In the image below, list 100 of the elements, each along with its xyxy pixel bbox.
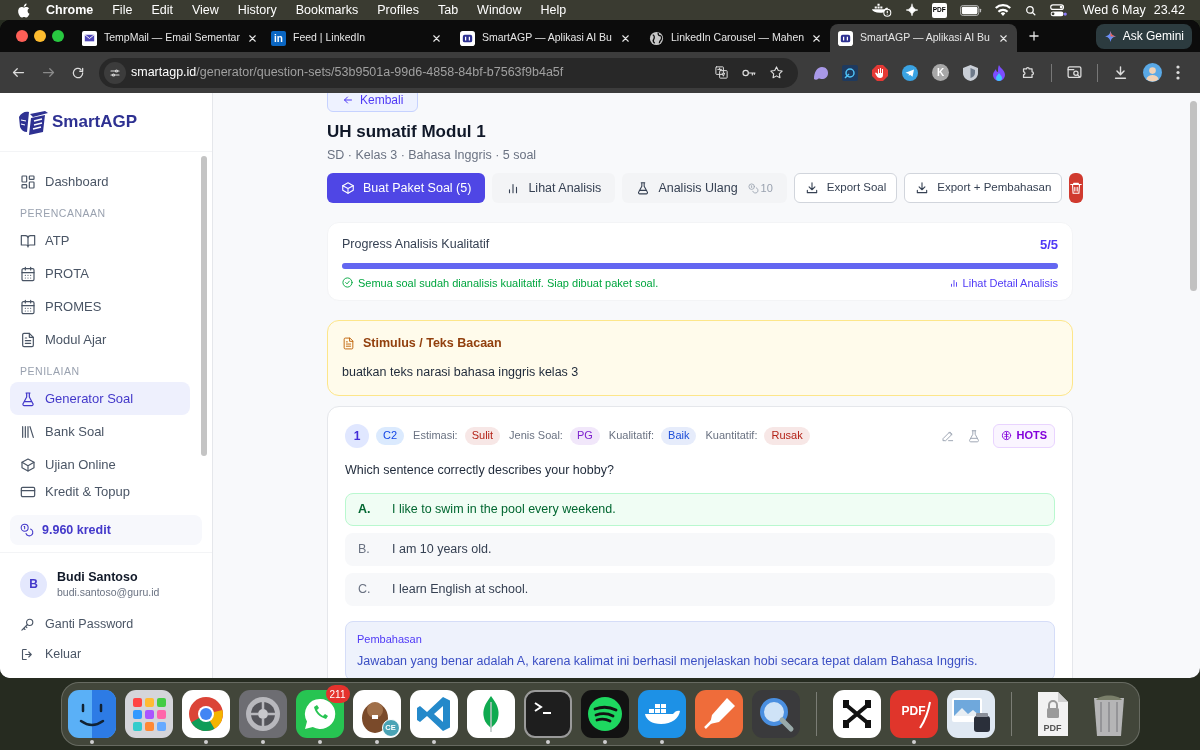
shield-icon (963, 64, 978, 81)
tag: Rusak (764, 426, 810, 445)
nav-item[interactable]: PROTA (10, 257, 190, 290)
profile-avatar (1143, 63, 1162, 82)
flask-icon (967, 428, 982, 443)
back-button[interactable]: Kembali (327, 93, 419, 112)
cross-loops-icon[interactable] (832, 690, 881, 738)
menu-item[interactable]: Help (540, 0, 567, 20)
icon-label: PDF (1042, 721, 1063, 735)
pdf-app-icon[interactable]: PDF (889, 690, 938, 738)
face-icon[interactable] (67, 690, 116, 738)
tag: PG (569, 426, 600, 445)
chip-icon (842, 64, 858, 81)
nav-item[interactable]: Dashboard (10, 165, 190, 198)
terminal-icon[interactable] (523, 690, 572, 738)
menu-item[interactable]: Window (477, 0, 522, 20)
app-grid-icon[interactable] (124, 690, 173, 738)
export-button[interactable]: Export + Pembahasan (904, 173, 1063, 203)
scrollbar-thumb[interactable] (1190, 101, 1197, 291)
logout-icon (20, 646, 35, 662)
close-icon (431, 32, 442, 44)
chat-bubble-icon[interactable] (295, 690, 344, 738)
browser-tab[interactable]: SmartAGP — Aplikasi AI Bu (830, 24, 1017, 52)
scrollbar-thumb[interactable] (201, 156, 207, 456)
menu-item[interactable]: Tab (437, 0, 459, 20)
tab-title: TempMail — Email Sementar (104, 30, 240, 46)
whale-icon[interactable] (637, 690, 686, 738)
globe-icon (649, 30, 664, 46)
icon-label: PDF (900, 703, 927, 720)
nav-item[interactable]: PROMES (10, 290, 190, 323)
user-avatar: B (20, 570, 47, 598)
tag-label: Estimasi: (413, 428, 458, 444)
nav-item[interactable]: Bank Soal (10, 415, 190, 448)
menu-bar-date: Wed 6 May (1082, 1, 1146, 19)
action-button[interactable]: Lihat Analisis (492, 173, 616, 203)
menu-item[interactable]: File (112, 0, 133, 20)
calendar-icon (20, 265, 36, 282)
calendar-icon (20, 298, 36, 315)
url-text: smartagp.id/generator/question-sets/53b9501a-99d6-4858-84bf-b7563f9b4a5f (131, 64, 564, 82)
download-icon (1112, 64, 1129, 81)
more-icon (1176, 65, 1180, 80)
hots-button[interactable]: HOTS (993, 423, 1055, 448)
close-icon (246, 32, 258, 44)
gemini-button[interactable]: Ask Gemini (1095, 23, 1192, 49)
reload-icon (71, 65, 85, 80)
option-text: I learn English at school. (392, 581, 529, 599)
flask-icon (20, 390, 36, 407)
document-icon (342, 336, 355, 350)
action-button[interactable]: Analisis Ulang 10 (622, 173, 787, 203)
menu-item[interactable]: Profiles (377, 0, 419, 20)
wifi-icon (994, 4, 1011, 16)
page-subtitle: SD · Kelas 3 · Bahasa Inggris · 5 soal (327, 147, 538, 164)
ghost-icon (812, 65, 828, 80)
cube-icon (341, 181, 355, 195)
tag: Sulit (464, 426, 501, 445)
circle-rings-icon[interactable] (181, 690, 230, 738)
account-link[interactable]: Keluar (0, 639, 212, 669)
sound-waves-icon[interactable] (580, 690, 629, 738)
nav-item[interactable]: ATP (10, 224, 190, 257)
option-text: I am 10 years old. (392, 541, 492, 559)
gear-icon[interactable] (238, 690, 287, 738)
minimize-window-button[interactable] (34, 30, 46, 42)
level-tag: C2 (376, 426, 405, 445)
download-icon (804, 181, 819, 195)
menu-item[interactable]: Edit (151, 0, 173, 20)
envelope-icon (82, 30, 97, 46)
magnifier-icon[interactable] (751, 690, 800, 738)
address-bar[interactable]: smartagp.id/generator/question-sets/53b9501a-99d6-4858-84bf-b7563f9b4a5f (99, 57, 798, 88)
nav-item[interactable]: Generator Soal (10, 382, 190, 415)
account-link[interactable]: Ganti Password (0, 609, 212, 639)
ribbon-icon[interactable] (409, 690, 458, 738)
document-icon (20, 331, 36, 348)
option-letter: C. (358, 581, 372, 599)
photo-jar-icon[interactable] (946, 690, 995, 738)
tab-search-icon (1066, 64, 1083, 81)
battery-icon (959, 4, 982, 16)
detail-link[interactable]: Lihat Detail Analisis (948, 274, 1058, 291)
delete-button[interactable] (1069, 173, 1084, 203)
menu-item[interactable]: Bookmarks (295, 0, 359, 20)
tag-label: Kuantitatif: (705, 428, 758, 444)
sparkle-icon (1103, 29, 1117, 43)
trash-icon (1069, 181, 1084, 195)
tab-title: SmartAGP — Aplikasi AI Bu (860, 30, 991, 46)
leaf-icon[interactable] (466, 690, 515, 738)
close-icon (620, 32, 631, 44)
option-text: I like to swim in the pool every weekend. (392, 501, 616, 519)
menu-item[interactable]: View (191, 0, 219, 20)
zoom-window-button[interactable] (52, 30, 64, 42)
graduation-book-icon (18, 109, 48, 135)
status-message: Semua soal sudah dianalisis kualitatif. Siap dibuat paket soal. (358, 275, 659, 291)
primary-button[interactable]: Buat Paket Soal (5) (327, 173, 486, 203)
question-text: Which sentence correctly describes your hobby? (345, 461, 615, 479)
paper-plane-icon (902, 64, 918, 81)
app-menu[interactable]: Chrome (46, 0, 94, 20)
site-info-button[interactable] (104, 61, 126, 84)
nav-item[interactable]: Modul Ajar (10, 323, 190, 356)
pen-nib-icon[interactable] (694, 690, 743, 738)
export-button[interactable]: Export Soal (793, 173, 898, 203)
close-window-button[interactable] (16, 30, 28, 42)
menu-item[interactable]: History (237, 0, 277, 20)
